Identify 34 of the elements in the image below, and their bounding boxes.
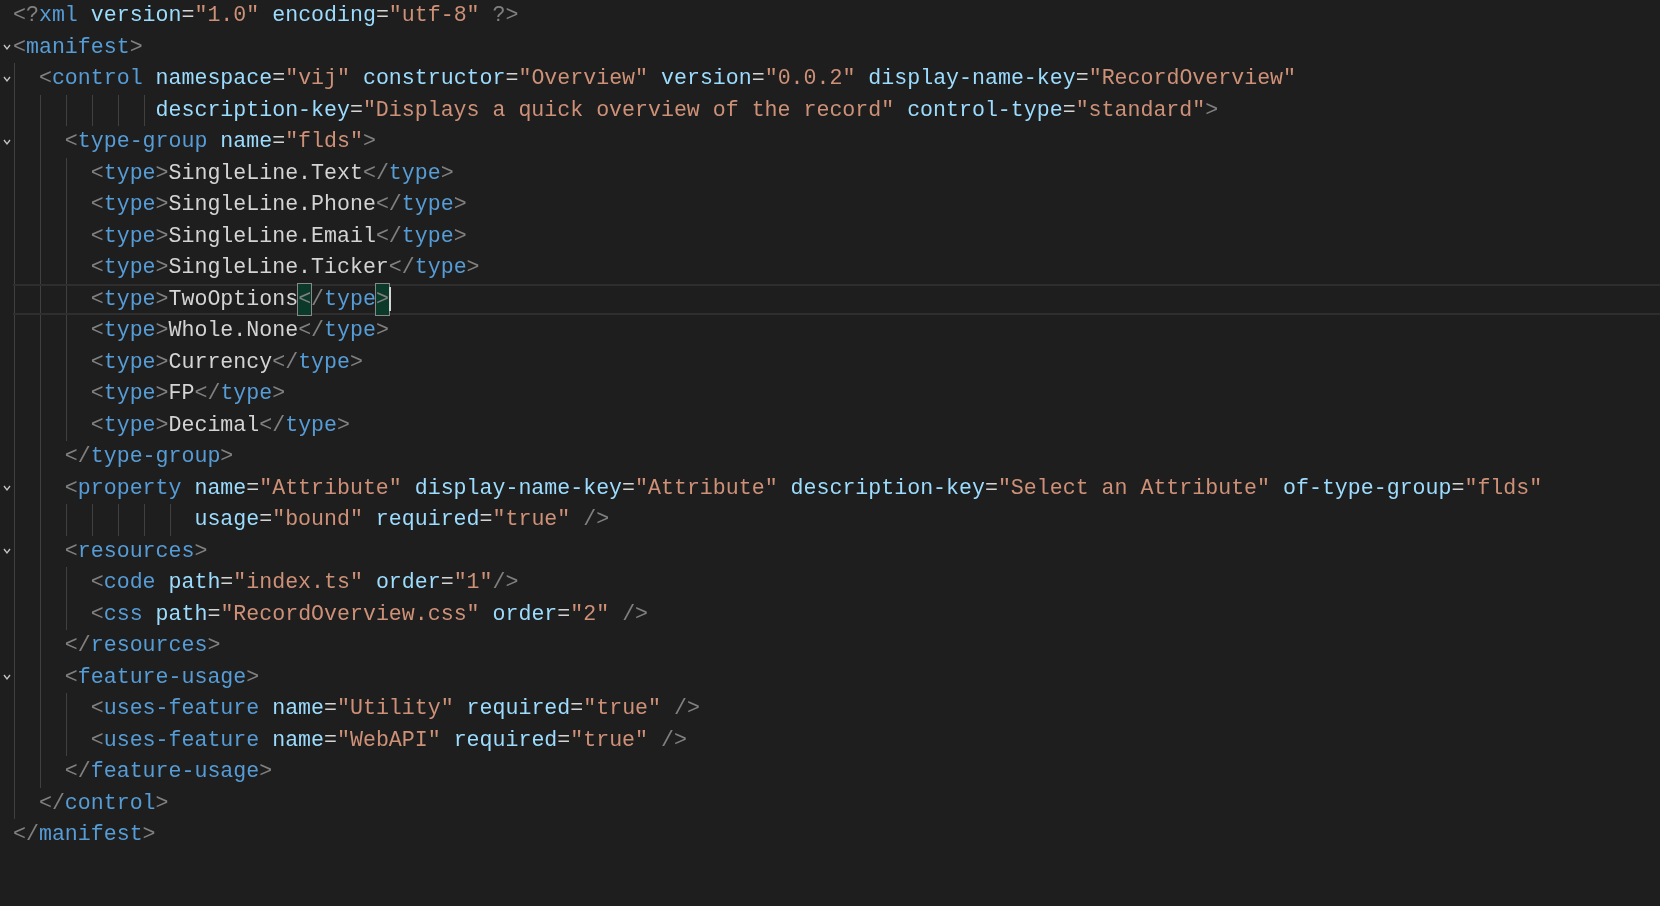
code-line: <control namespace="vij" constructor="Overview" version="0.0.2" display-name-key="RecordOverview" [13, 63, 1660, 95]
code-line: <type-group name="flds"> [13, 126, 1660, 158]
fold-chevron-icon[interactable] [2, 673, 11, 682]
code-line: description-key="Displays a quick overview of the record" control-type="standard"> [13, 94, 1660, 126]
fold-chevron-icon[interactable] [2, 484, 11, 493]
code-line: <type>FP</type> [13, 378, 1660, 410]
code-line: <feature-usage> [13, 661, 1660, 693]
code-line: <type>Whole.None</type> [13, 315, 1660, 347]
code-line: <type>SingleLine.Text</type> [13, 157, 1660, 189]
fold-chevron-icon[interactable] [2, 74, 11, 83]
code-line: </manifest> [13, 821, 157, 848]
code-line: <type>Currency</type> [13, 346, 1660, 378]
code-line: </resources> [13, 630, 1660, 662]
code-line: usage="bound" required="true" /> [13, 504, 1660, 536]
code-line: <?xml version="1.0" encoding="utf-8" ?> [13, 2, 520, 29]
code-line: <uses-feature name="WebAPI" required="true" /> [13, 724, 1660, 756]
code-line: <type>SingleLine.Email</type> [13, 220, 1660, 252]
code-line: <type>SingleLine.Phone</type> [13, 189, 1660, 221]
code-line: <type>TwoOptions</type> [13, 283, 1660, 315]
code-line: <uses-feature name="Utility" required="true" /> [13, 693, 1660, 725]
code-line: <type>SingleLine.Ticker</type> [13, 252, 1660, 284]
code-line: <manifest> [13, 33, 144, 61]
code-line: <resources> [13, 535, 1660, 567]
code-line: </control> [13, 787, 1660, 819]
code-line: </feature-usage> [13, 756, 1660, 788]
code-line: <css path="RecordOverview.css" order="2" /> [13, 598, 1660, 630]
fold-chevron-icon[interactable] [2, 547, 11, 556]
fold-chevron-icon[interactable] [2, 43, 11, 52]
code-line: <property name="Attribute" display-name-key="Attribute" description-key="Select an Attribute" of-type-group="flds" [13, 472, 1660, 504]
fold-chevron-icon[interactable] [2, 137, 11, 146]
code-line: <code path="index.ts" order="1"/> [13, 567, 1660, 599]
code-line: </type-group> [13, 441, 1660, 473]
text-cursor [388, 287, 391, 312]
code-line: <type>Decimal</type> [13, 409, 1660, 441]
